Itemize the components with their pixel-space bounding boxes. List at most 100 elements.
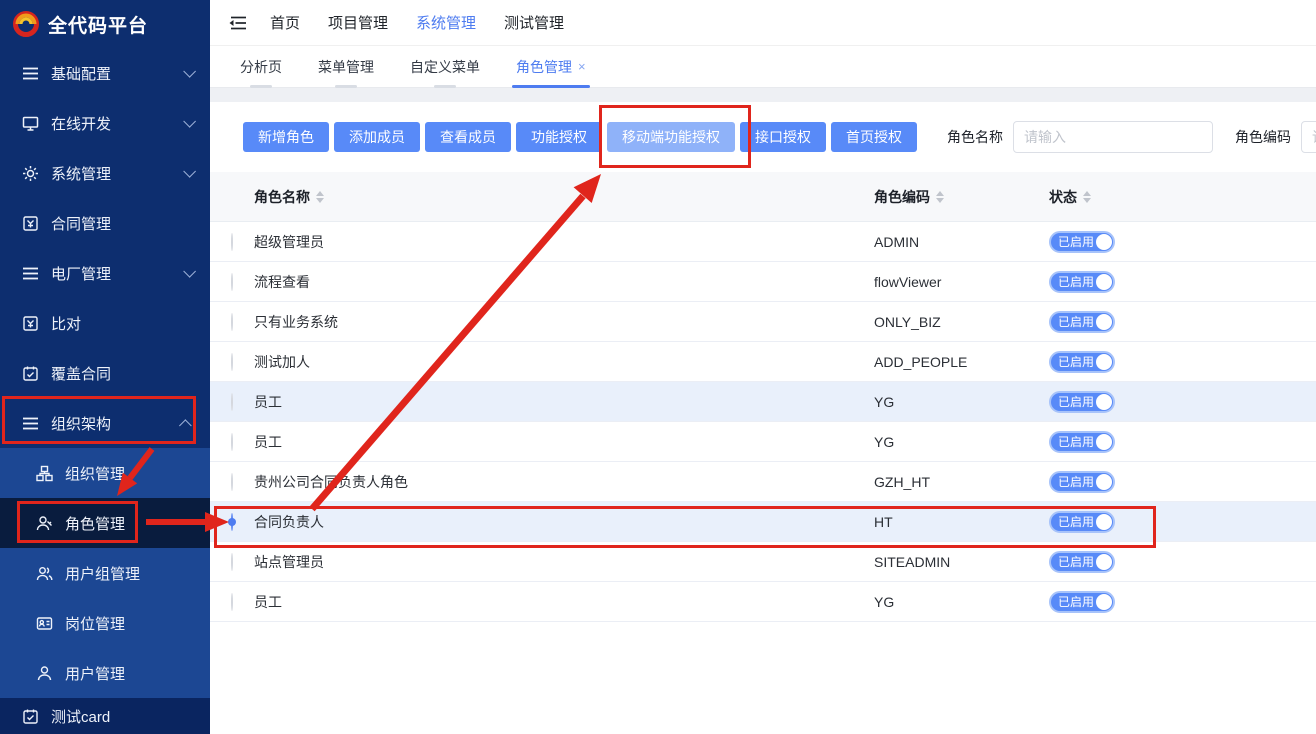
sidebar-item-label: 岗位管理 bbox=[65, 613, 125, 634]
status-toggle[interactable]: 已启用 bbox=[1049, 271, 1115, 293]
row-radio-selected[interactable] bbox=[231, 513, 233, 531]
tab-label: 分析页 bbox=[240, 57, 282, 77]
tab-menu-mgmt[interactable]: 菜单管理 bbox=[316, 46, 376, 87]
status-toggle[interactable]: 已启用 bbox=[1049, 391, 1115, 413]
sidebar-item-post-mgmt[interactable]: 岗位管理 bbox=[0, 598, 210, 648]
sidebar-item-label: 组织管理 bbox=[65, 463, 125, 484]
row-radio[interactable] bbox=[231, 553, 233, 571]
row-radio[interactable] bbox=[231, 433, 233, 451]
mobile-function-auth-button[interactable]: 移动端功能授权 bbox=[607, 122, 735, 152]
view-members-button[interactable]: 查看成员 bbox=[425, 122, 511, 152]
nav-item-home[interactable]: 首页 bbox=[270, 12, 300, 33]
table-row[interactable]: 只有业务系统 ONLY_BIZ 已启用 bbox=[210, 302, 1316, 342]
sidebar-item-basic-config[interactable]: 基础配置 bbox=[0, 48, 210, 98]
tab-analysis-page[interactable]: 分析页 bbox=[238, 46, 284, 87]
sidebar-item-test-card[interactable]: 测试card bbox=[0, 698, 210, 734]
table-row[interactable]: 员工 YG 已启用 bbox=[210, 582, 1316, 622]
sidebar-item-label: 覆盖合同 bbox=[51, 363, 111, 384]
table-row[interactable]: 超级管理员 ADMIN 已启用 bbox=[210, 222, 1316, 262]
toggle-knob bbox=[1096, 394, 1112, 410]
user-icon bbox=[36, 665, 53, 682]
status-toggle[interactable]: 已启用 bbox=[1049, 231, 1115, 253]
tab-underline bbox=[335, 85, 357, 88]
sidebar-item-system-mgmt[interactable]: 系统管理 bbox=[0, 148, 210, 198]
nav-item-project-mgmt[interactable]: 项目管理 bbox=[328, 12, 388, 33]
tab-underline bbox=[250, 85, 272, 88]
chevron-down-icon bbox=[183, 265, 196, 278]
status-toggle[interactable]: 已启用 bbox=[1049, 471, 1115, 493]
role-name-input[interactable] bbox=[1013, 121, 1213, 153]
table-row[interactable]: 员工 YG 已启用 bbox=[210, 382, 1316, 422]
status-toggle[interactable]: 已启用 bbox=[1049, 591, 1115, 613]
status-toggle[interactable]: 已启用 bbox=[1049, 311, 1115, 333]
role-code-cell: YG bbox=[874, 594, 1049, 610]
row-radio[interactable] bbox=[231, 273, 233, 291]
tab-role-mgmt[interactable]: 角色管理 × bbox=[514, 46, 588, 87]
sort-icons[interactable] bbox=[936, 191, 944, 203]
row-radio[interactable] bbox=[231, 593, 233, 611]
nav-item-test-mgmt[interactable]: 测试管理 bbox=[504, 12, 564, 33]
table-row[interactable]: 流程查看 flowViewer 已启用 bbox=[210, 262, 1316, 302]
sidebar-item-user-group-mgmt[interactable]: 用户组管理 bbox=[0, 548, 210, 598]
sort-icons[interactable] bbox=[1083, 191, 1091, 203]
status-toggle[interactable]: 已启用 bbox=[1049, 511, 1115, 533]
toggle-knob bbox=[1096, 234, 1112, 250]
toggle-knob bbox=[1096, 314, 1112, 330]
menu-lines-icon bbox=[22, 65, 39, 82]
row-radio[interactable] bbox=[231, 313, 233, 331]
add-member-button[interactable]: 添加成员 bbox=[334, 122, 420, 152]
role-code-input[interactable] bbox=[1301, 121, 1316, 153]
sidebar-item-label: 在线开发 bbox=[51, 113, 111, 134]
api-auth-button[interactable]: 接口授权 bbox=[740, 122, 826, 152]
sidebar-item-user-mgmt[interactable]: 用户管理 bbox=[0, 648, 210, 698]
tab-bar: 分析页 菜单管理 自定义菜单 角色管理 × bbox=[210, 46, 1316, 88]
sidebar-item-label: 比对 bbox=[51, 313, 81, 334]
sidebar-item-label: 用户组管理 bbox=[65, 563, 140, 584]
tab-custom-menu[interactable]: 自定义菜单 bbox=[408, 46, 482, 87]
table-row-selected[interactable]: 合同负责人 HT 已启用 bbox=[210, 502, 1316, 542]
table-row[interactable]: 测试加人 ADD_PEOPLE 已启用 bbox=[210, 342, 1316, 382]
sort-icons[interactable] bbox=[316, 191, 324, 203]
status-toggle[interactable]: 已启用 bbox=[1049, 351, 1115, 373]
nav-item-system-mgmt[interactable]: 系统管理 bbox=[416, 12, 476, 33]
homepage-auth-button[interactable]: 首页授权 bbox=[831, 122, 917, 152]
content-gap bbox=[210, 88, 1316, 102]
role-name-cell: 贵州公司合同负责人角色 bbox=[254, 472, 874, 492]
sidebar-item-online-dev[interactable]: 在线开发 bbox=[0, 98, 210, 148]
table-row[interactable]: 站点管理员 SITEADMIN 已启用 bbox=[210, 542, 1316, 582]
sidebar-item-org-mgmt[interactable]: 组织管理 bbox=[0, 448, 210, 498]
sidebar-item-role-mgmt[interactable]: 角色管理 bbox=[0, 498, 210, 548]
role-name-filter-label: 角色名称 bbox=[947, 127, 1003, 147]
sidebar-item-compare[interactable]: 比对 bbox=[0, 298, 210, 348]
sidebar-item-plant-mgmt[interactable]: 电厂管理 bbox=[0, 248, 210, 298]
sidebar: 全代码平台 基础配置 在线开发 系统管理 合同管理 电厂管理 bbox=[0, 0, 210, 734]
add-role-button[interactable]: 新增角色 bbox=[243, 122, 329, 152]
toggle-knob bbox=[1096, 514, 1112, 530]
close-tab-icon[interactable]: × bbox=[578, 60, 586, 73]
row-radio[interactable] bbox=[231, 233, 233, 251]
row-radio[interactable] bbox=[231, 393, 233, 411]
app-logo: 全代码平台 bbox=[0, 0, 210, 48]
table-row[interactable]: 员工 YG 已启用 bbox=[210, 422, 1316, 462]
role-name-cell: 合同负责人 bbox=[254, 512, 874, 532]
sidebar-item-cover-contract[interactable]: 覆盖合同 bbox=[0, 348, 210, 398]
status-toggle[interactable]: 已启用 bbox=[1049, 431, 1115, 453]
column-header-status[interactable]: 状态 bbox=[1049, 187, 1316, 207]
toggle-knob bbox=[1096, 354, 1112, 370]
sidebar-item-label: 用户管理 bbox=[65, 663, 125, 684]
toggle-knob bbox=[1096, 434, 1112, 450]
sidebar-item-org-structure[interactable]: 组织架构 bbox=[0, 398, 210, 448]
row-radio[interactable] bbox=[231, 473, 233, 491]
sidebar-item-label: 系统管理 bbox=[51, 163, 111, 184]
table-row[interactable]: 贵州公司合同负责人角色 GZH_HT 已启用 bbox=[210, 462, 1316, 502]
status-toggle[interactable]: 已启用 bbox=[1049, 551, 1115, 573]
function-auth-button[interactable]: 功能授权 bbox=[516, 122, 602, 152]
row-radio[interactable] bbox=[231, 353, 233, 371]
badge-icon bbox=[36, 615, 53, 632]
menu-fold-icon[interactable] bbox=[228, 14, 248, 32]
role-name-cell: 员工 bbox=[254, 392, 874, 412]
column-header-role-name[interactable]: 角色名称 bbox=[254, 187, 874, 207]
sidebar-item-contract-mgmt[interactable]: 合同管理 bbox=[0, 198, 210, 248]
tab-label: 角色管理 bbox=[516, 57, 572, 77]
column-header-role-code[interactable]: 角色编码 bbox=[874, 187, 1049, 207]
